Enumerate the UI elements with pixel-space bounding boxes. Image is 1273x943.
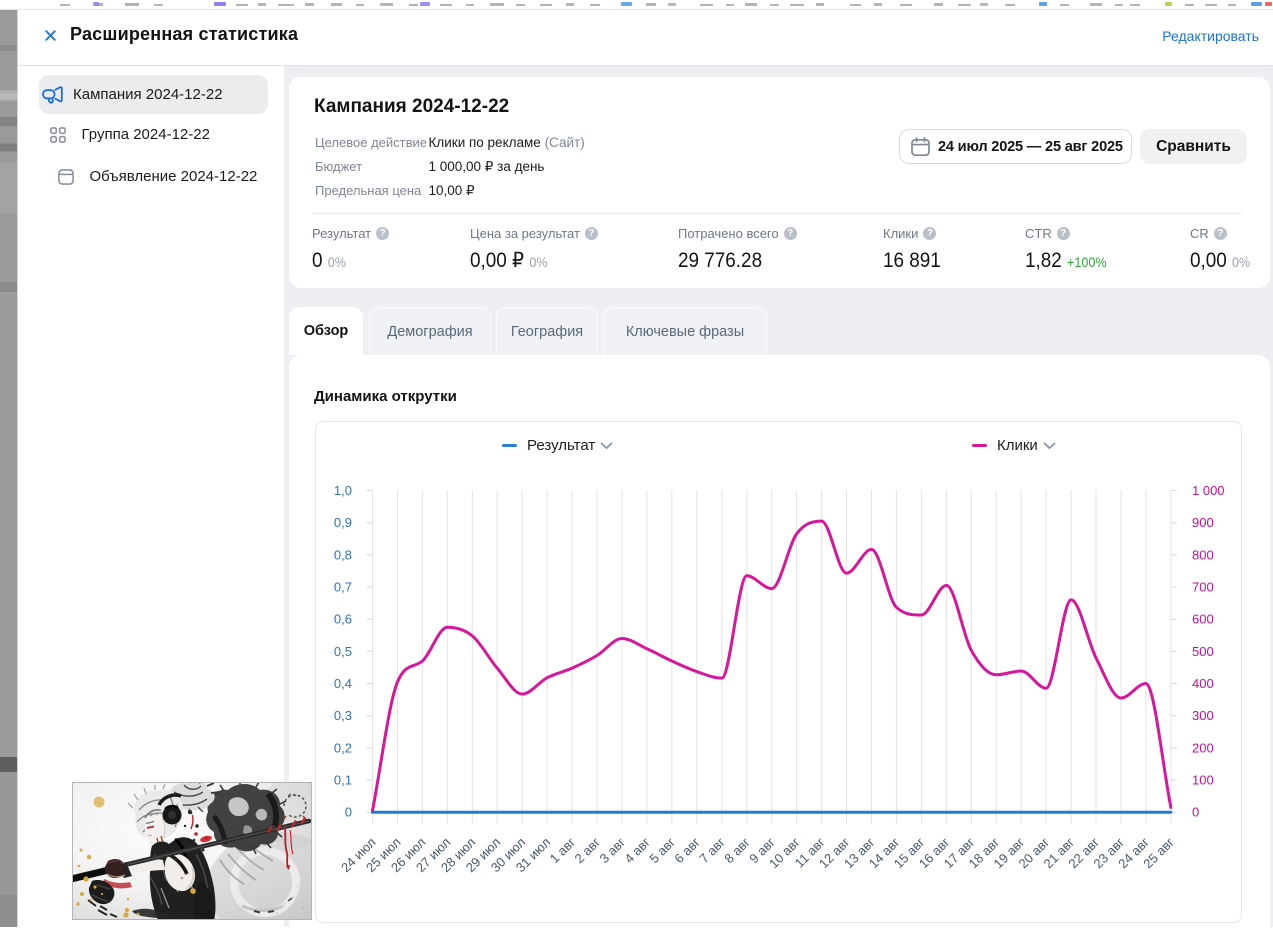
svg-text:300: 300 — [1192, 708, 1214, 723]
svg-text:0: 0 — [1192, 804, 1199, 819]
svg-text:6 авг: 6 авг — [671, 834, 703, 866]
svg-text:4 авг: 4 авг — [621, 834, 653, 866]
svg-text:400: 400 — [1192, 676, 1214, 691]
svg-text:200: 200 — [1192, 740, 1214, 755]
svg-text:7 авг: 7 авг — [696, 834, 728, 866]
svg-text:800: 800 — [1192, 547, 1214, 562]
svg-text:0,4: 0,4 — [334, 676, 352, 691]
svg-text:1 000: 1 000 — [1192, 483, 1225, 498]
svg-text:0,8: 0,8 — [334, 547, 352, 562]
svg-text:0,1: 0,1 — [334, 772, 352, 787]
svg-text:600: 600 — [1192, 611, 1214, 626]
svg-text:900: 900 — [1192, 515, 1214, 530]
svg-text:0,5: 0,5 — [334, 643, 352, 658]
svg-text:0,6: 0,6 — [334, 611, 352, 626]
svg-text:100: 100 — [1192, 772, 1214, 787]
svg-text:3 авг: 3 авг — [596, 834, 628, 866]
svg-text:5 авг: 5 авг — [646, 834, 678, 866]
svg-text:8 авг: 8 авг — [721, 834, 753, 866]
svg-text:700: 700 — [1192, 579, 1214, 594]
svg-text:0,7: 0,7 — [334, 579, 352, 594]
svg-text:0,3: 0,3 — [334, 708, 352, 723]
svg-text:1 авг: 1 авг — [547, 834, 579, 866]
svg-text:0: 0 — [345, 804, 352, 819]
svg-text:0,2: 0,2 — [334, 740, 352, 755]
svg-text:1,0: 1,0 — [334, 483, 352, 498]
svg-text:500: 500 — [1192, 643, 1214, 658]
svg-text:0,9: 0,9 — [334, 515, 352, 530]
svg-text:2 авг: 2 авг — [571, 834, 603, 866]
